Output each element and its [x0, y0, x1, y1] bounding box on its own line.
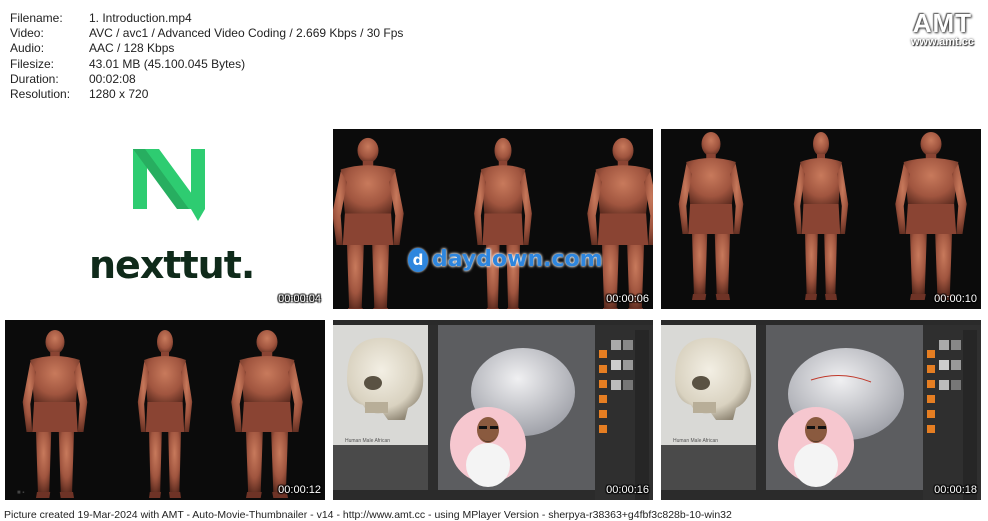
character-turnaround-image: [333, 137, 653, 309]
timestamp: 00:00:18: [934, 484, 977, 496]
thumbnail-1[interactable]: nexttut. 00:00:04: [5, 129, 325, 309]
svg-text:■ ▪: ■ ▪: [17, 490, 24, 496]
skull-caption: Human Male African: [345, 438, 391, 444]
info-row-duration: Duration: 00:02:08: [10, 71, 136, 86]
skull-caption: Human Male African: [673, 438, 719, 444]
timestamp: 00:00:10: [934, 293, 977, 305]
daydown-overlay: d daydown.com: [408, 247, 603, 272]
timestamp: 00:00:16: [606, 484, 649, 496]
info-row-resolution: Resolution: 1280 x 720: [10, 87, 149, 102]
amt-watermark: AMT www.amt.cc: [910, 8, 974, 48]
zbrush-screen-image: [661, 320, 981, 500]
timestamp: 00:00:04: [278, 293, 321, 305]
character-turnaround-image: ■ ▪: [17, 330, 303, 498]
thumbnail-2[interactable]: d daydown.com 00:00:06: [333, 129, 653, 309]
timestamp: 00:00:12: [278, 484, 321, 496]
file-info: Filename: 1. Introduction.mp4 Video: AVC /…: [10, 11, 403, 102]
daydown-icon: d: [408, 247, 428, 272]
character-turnaround-image: [678, 132, 967, 300]
thumbnail-6[interactable]: Human Male African 00:00:18: [661, 320, 981, 500]
info-row-filesize: Filesize: 43.01 MB (45.100.045 Bytes): [10, 56, 246, 71]
zbrush-screen-image: [333, 320, 653, 500]
thumbnail-5[interactable]: Human Male African 00:00:16: [333, 320, 653, 500]
footer-credits: Picture created 19-Mar-2024 with AMT - A…: [4, 509, 732, 521]
info-row-video: Video: AVC / avc1 / Advanced Video Coding…: [10, 26, 404, 41]
thumbnail-4[interactable]: ■ ▪ 00:00:12: [5, 320, 325, 500]
info-row-filename: Filename: 1. Introduction.mp4: [10, 11, 192, 25]
info-row-audio: Audio: AAC / 128 Kbps: [10, 41, 175, 56]
timestamp: 00:00:06: [606, 293, 649, 305]
thumbnail-3[interactable]: 00:00:10: [661, 129, 981, 309]
nexttut-wordmark: nexttut.: [89, 243, 255, 287]
